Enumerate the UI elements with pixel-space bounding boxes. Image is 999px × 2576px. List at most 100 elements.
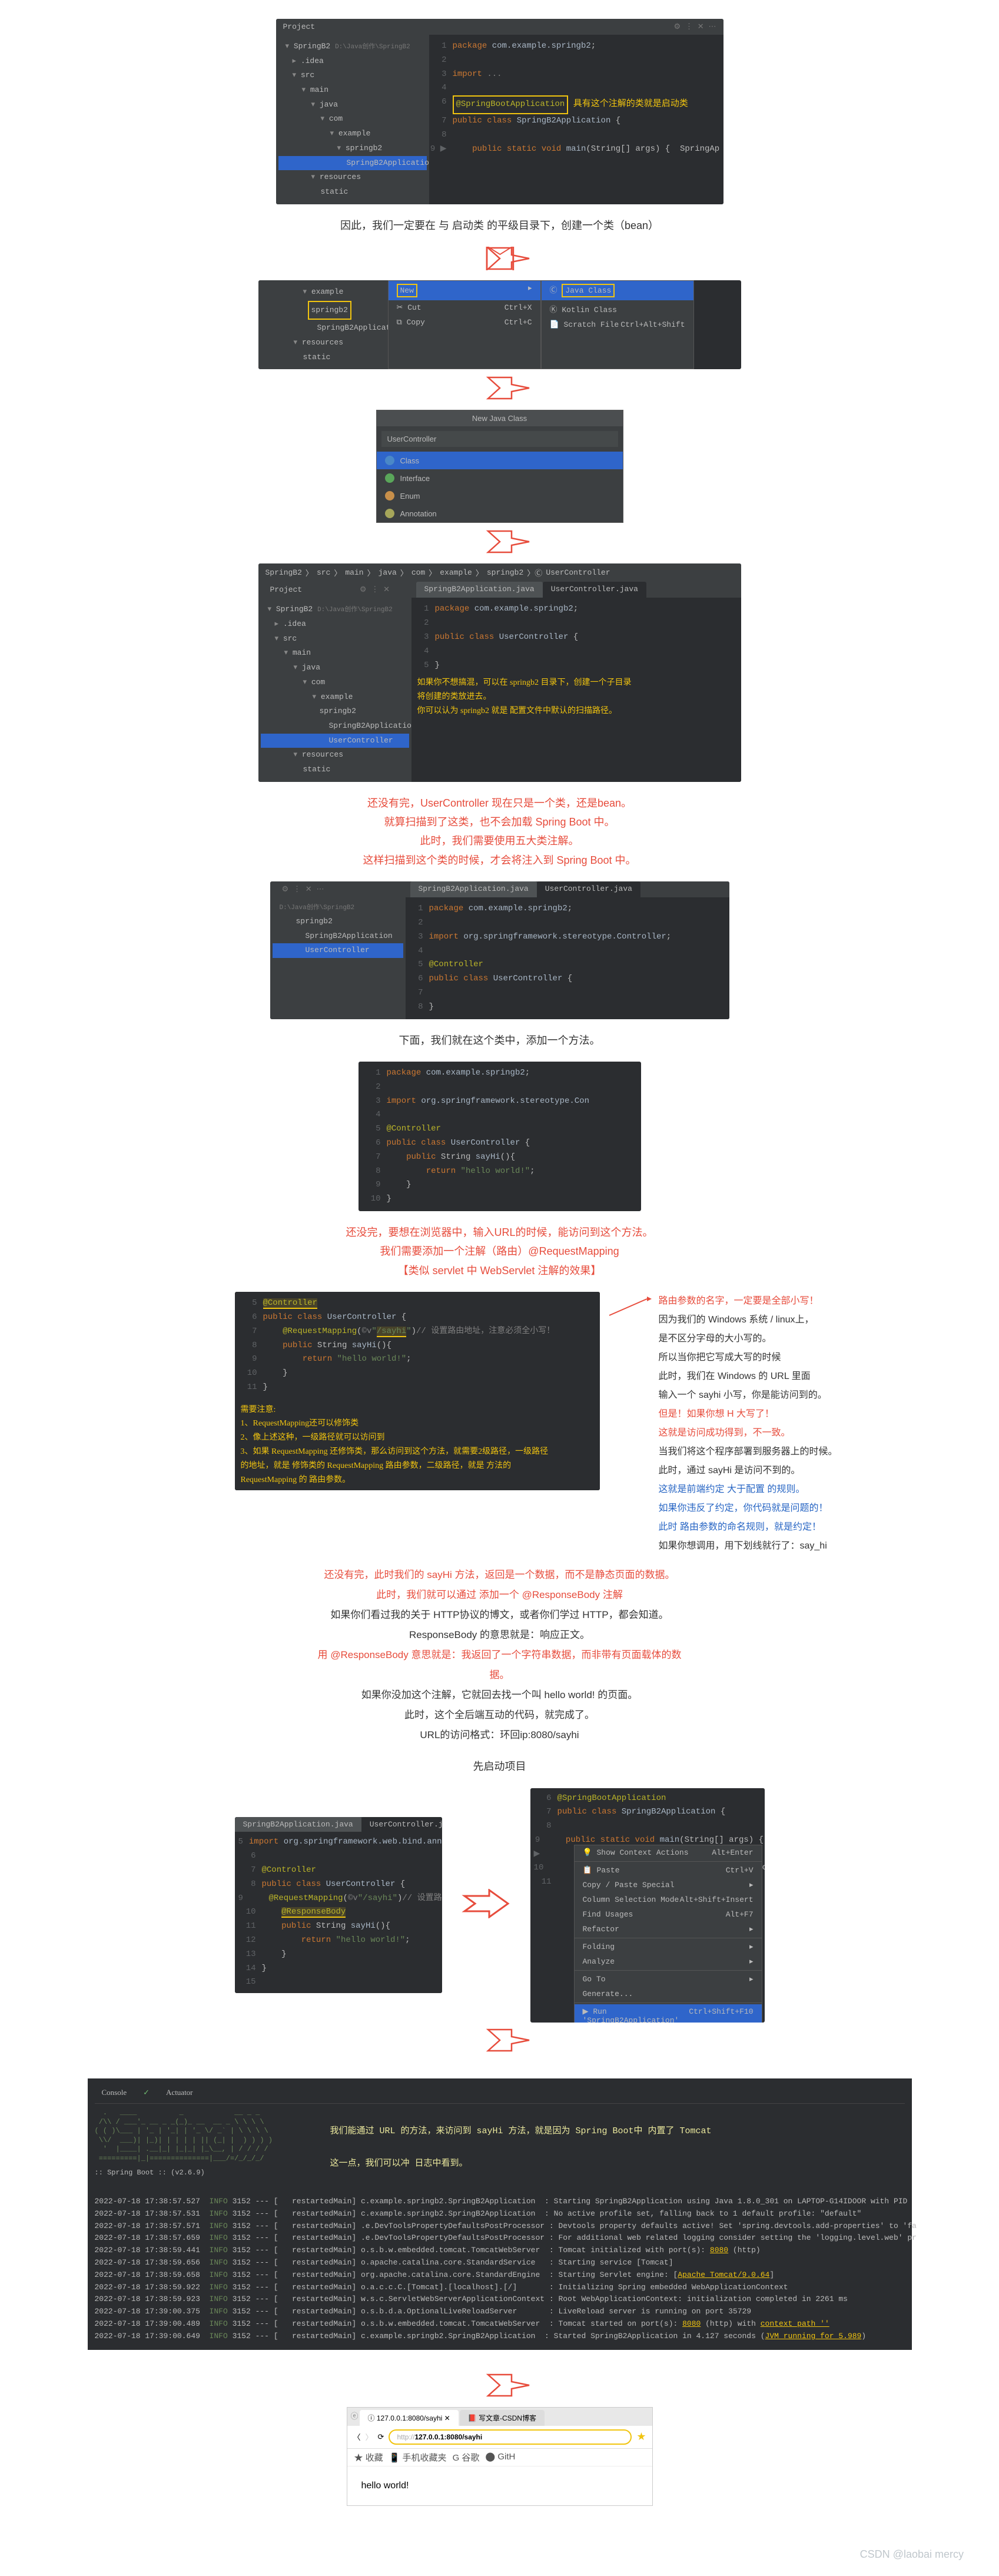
console-tabs[interactable]: Console ✓ Actuator xyxy=(95,2086,905,2104)
ide-toolbar: Project ⚙ ⋮ ✕ ⋯ xyxy=(276,19,723,35)
tree-springb2-selected[interactable]: springb2 xyxy=(261,300,386,321)
tree-example[interactable]: example xyxy=(278,127,427,141)
class-name-input[interactable]: UserController xyxy=(381,431,618,447)
browser-tabs[interactable]: ⓔ ⓘ 127.0.0.1:8080/sayhi ✕ 📕 写文章-CSDN博客 xyxy=(347,2408,652,2426)
tree-root: SpringB2 D:\Java创作\SpringB2 xyxy=(278,39,427,54)
reload-icon[interactable]: ⟳ xyxy=(378,2432,384,2442)
tree-springb2[interactable]: springb2 xyxy=(278,141,427,156)
menu-run[interactable]: ▶ Run 'SpringB2Application'Ctrl+Shift+F1… xyxy=(575,2004,762,2023)
code-editor-7[interactable]: 5import org.springframework.web.bind.ann… xyxy=(235,1832,442,1993)
project-tree-3[interactable]: SpringB2 D:\Java创作\SpringB2 .idea src ma… xyxy=(258,598,411,781)
red-arrow-icon xyxy=(235,530,765,556)
tree-static[interactable]: static xyxy=(278,185,427,200)
submenu-java-class[interactable]: Ⓒ Java Class xyxy=(542,281,693,300)
option-interface[interactable]: Interface xyxy=(377,469,623,487)
tree-appclass[interactable]: SpringB2Application xyxy=(278,156,427,171)
bookmark-fav[interactable]: ★ 收藏 xyxy=(354,2451,383,2464)
address-bar[interactable]: http://127.0.0.1:8080/sayhi xyxy=(389,2429,632,2445)
menu-folding[interactable]: Folding▸ xyxy=(575,1940,762,1954)
menu-show-context[interactable]: 💡 Show Context ActionsAlt+Enter xyxy=(575,1845,762,1860)
submenu-scratch[interactable]: 📄 Scratch FileCtrl+Alt+Shift xyxy=(542,317,693,332)
browser-content: hello world! xyxy=(347,2466,652,2505)
context-menu[interactable]: New▸ ✂ CutCtrl+X ⧉ CopyCtrl+C xyxy=(388,280,541,369)
side-notes: 路由参数的名字，一定要是全部小写！ 因为我们的 Windows 系统 / lin… xyxy=(659,1292,838,1556)
option-enum[interactable]: Enum xyxy=(377,487,623,505)
project-tree[interactable]: SpringB2 D:\Java创作\SpringB2 .idea src ma… xyxy=(276,35,429,204)
ide-screenshot-8: 6@SpringBootApplication 7public class Sp… xyxy=(530,1788,765,2023)
yellow-note-3: 如果你不想搞混，可以在 springb2 目录下，创建一个子目录 将创建的类放进… xyxy=(411,672,741,721)
menu-find-usages[interactable]: Find UsagesAlt+F7 xyxy=(575,1907,762,1922)
bookmark-google[interactable]: G 谷歌 xyxy=(453,2451,480,2464)
tab-app[interactable]: SpringB2Application.java xyxy=(416,582,543,598)
ide-screenshot-3: SpringB2 〉src 〉main 〉java 〉com 〉example … xyxy=(258,563,741,781)
ide-screenshot-7: SpringB2Application.java UserController.… xyxy=(235,1817,442,1993)
tree-main[interactable]: main xyxy=(278,83,427,98)
menu-cut[interactable]: ✂ CutCtrl+X xyxy=(389,300,540,315)
ide-screenshot-2: example springb2 SpringB2Application res… xyxy=(258,280,741,369)
project-tree-4[interactable]: D:\Java创作\SpringB2 springb2 SpringB2Appl… xyxy=(270,897,406,1019)
back-icon[interactable]: 〈 xyxy=(353,2431,361,2442)
menu-copy[interactable]: ⧉ CopyCtrl+C xyxy=(389,315,540,330)
red-arrow-icon xyxy=(235,247,765,273)
red-arrow-icon xyxy=(235,2373,765,2400)
ide-screenshot-4: ⚙ ⋮ ✕ ⋯ SpringB2Application.java UserCon… xyxy=(270,881,729,1019)
console-note: 我们能通过 URL 的方法，来访问到 sayHi 方法，就是因为 Spring … xyxy=(330,2104,712,2189)
breadcrumb[interactable]: SpringB2 〉src 〉main 〉java 〉com 〉example … xyxy=(258,563,741,582)
tree-resources[interactable]: resources xyxy=(278,170,427,185)
forward-icon[interactable]: 〉 xyxy=(366,2431,373,2442)
project-label[interactable]: Project xyxy=(283,22,316,31)
yellow-note-6: 需要注意: 1、RequestMapping还可以修饰类 2、像上述这种，一级路… xyxy=(235,1400,600,1491)
menu-goto[interactable]: Go To▸ xyxy=(575,1972,762,1987)
tab-actuator[interactable]: Actuator xyxy=(159,2086,200,2100)
submenu-new[interactable]: Ⓒ Java Class Ⓚ Kotlin Class 📄 Scratch Fi… xyxy=(541,280,694,369)
tab-console[interactable]: Console xyxy=(95,2086,134,2100)
tree-com[interactable]: com xyxy=(278,112,427,127)
caption-4: 还没完，要想在浏览器中，输入URL的时候，能访问到这个方法。 我们需要添加一个注… xyxy=(235,1223,765,1280)
code-editor-5[interactable]: 1package com.example.springb2; 2 3import… xyxy=(359,1062,641,1211)
option-class[interactable]: Class xyxy=(377,452,623,469)
tab-usercontroller[interactable]: UserController.java xyxy=(543,582,646,598)
menu-generate[interactable]: Generate... xyxy=(575,1987,762,2001)
caption-2: 还没有完，UserController 现在只是一个类，还是bean。 就算扫描… xyxy=(235,794,765,870)
red-arrow-icon xyxy=(460,1889,513,1921)
code-editor-3[interactable]: 1package com.example.springb2; 2 3public… xyxy=(411,598,741,781)
watermark: CSDN @laobai mercy xyxy=(0,2525,999,2572)
code-editor[interactable]: 1package package com.example.springb2;co… xyxy=(429,35,723,204)
code-editor-6[interactable]: 5@Controller 6public class UserControlle… xyxy=(235,1292,600,1400)
star-icon[interactable]: ★ xyxy=(636,2431,646,2443)
menu-analyze[interactable]: Analyze▸ xyxy=(575,1954,762,1969)
red-arrow-icon xyxy=(606,1292,653,1457)
option-annotation[interactable]: Annotation xyxy=(377,505,623,522)
tree-idea[interactable]: .idea xyxy=(278,54,427,69)
browser-tab-1[interactable]: ⓘ 127.0.0.1:8080/sayhi ✕ xyxy=(360,2410,459,2426)
project-tree-2[interactable]: example springb2 SpringB2Application res… xyxy=(258,280,388,369)
menu-copy-paste-special[interactable]: Copy / Paste Special▸ xyxy=(575,1878,762,1892)
tree-src[interactable]: src xyxy=(278,68,427,83)
browser-tab-2[interactable]: 📕 写文章-CSDN博客 xyxy=(460,2410,545,2426)
caption-1: 因此，我们一定要在 与 启动类 的平级目录下，创建一个类（bean） xyxy=(235,216,765,235)
red-arrow-icon xyxy=(235,2028,765,2055)
annotation-note: 具有这个注解的类就是启动类 xyxy=(573,99,688,108)
ide-screenshot-1: Project ⚙ ⋮ ✕ ⋯ SpringB2 D:\Java创作\Sprin… xyxy=(276,19,723,204)
spring-banner: . ____ _ __ _ _ /\\ / ___'_ __ _ _(_)_ _… xyxy=(95,2108,307,2164)
new-class-dialog: New Java Class UserController Class Inte… xyxy=(376,410,623,523)
tree-java[interactable]: java xyxy=(278,98,427,112)
red-arrow-icon xyxy=(235,376,765,403)
browser-window: ⓔ ⓘ 127.0.0.1:8080/sayhi ✕ 📕 写文章-CSDN博客 … xyxy=(347,2407,653,2506)
menu-new[interactable]: New▸ xyxy=(389,281,540,300)
caption-5: 还没有完，此时我们的 sayHi 方法，返回是一个数据，而不是静态页面的数据。 … xyxy=(311,1565,688,1745)
ide-screenshot-5: 1package com.example.springb2; 2 3import… xyxy=(359,1062,641,1211)
caption-6: 先启动项目 xyxy=(235,1757,765,1776)
bookmark-mobile[interactable]: 📱 手机收藏夹 xyxy=(389,2451,447,2464)
ide-screenshot-6: 5@Controller 6public class UserControlle… xyxy=(235,1292,600,1490)
menu-column-selection[interactable]: Column Selection ModeAlt+Shift+Insert xyxy=(575,1892,762,1907)
bookmark-bar[interactable]: ★ 收藏 📱 手机收藏夹 G 谷歌 ⬤ GitH xyxy=(347,2449,652,2466)
menu-refactor[interactable]: Refactor▸ xyxy=(575,1922,762,1937)
bookmark-github[interactable]: ⬤ GitH xyxy=(485,2451,515,2464)
submenu-kotlin[interactable]: Ⓚ Kotlin Class xyxy=(542,300,693,317)
code-editor-4[interactable]: 1package com.example.springb2; 2 3import… xyxy=(406,897,729,1019)
caption-3: 下面，我们就在这个类中，添加一个方法。 xyxy=(235,1031,765,1050)
run-context-menu[interactable]: 💡 Show Context ActionsAlt+Enter 📋 PasteC… xyxy=(574,1845,762,2023)
menu-paste[interactable]: 📋 PasteCtrl+V xyxy=(575,1863,762,1878)
console-output: Console ✓ Actuator . ____ _ __ _ _ /\\ /… xyxy=(88,2078,912,2350)
